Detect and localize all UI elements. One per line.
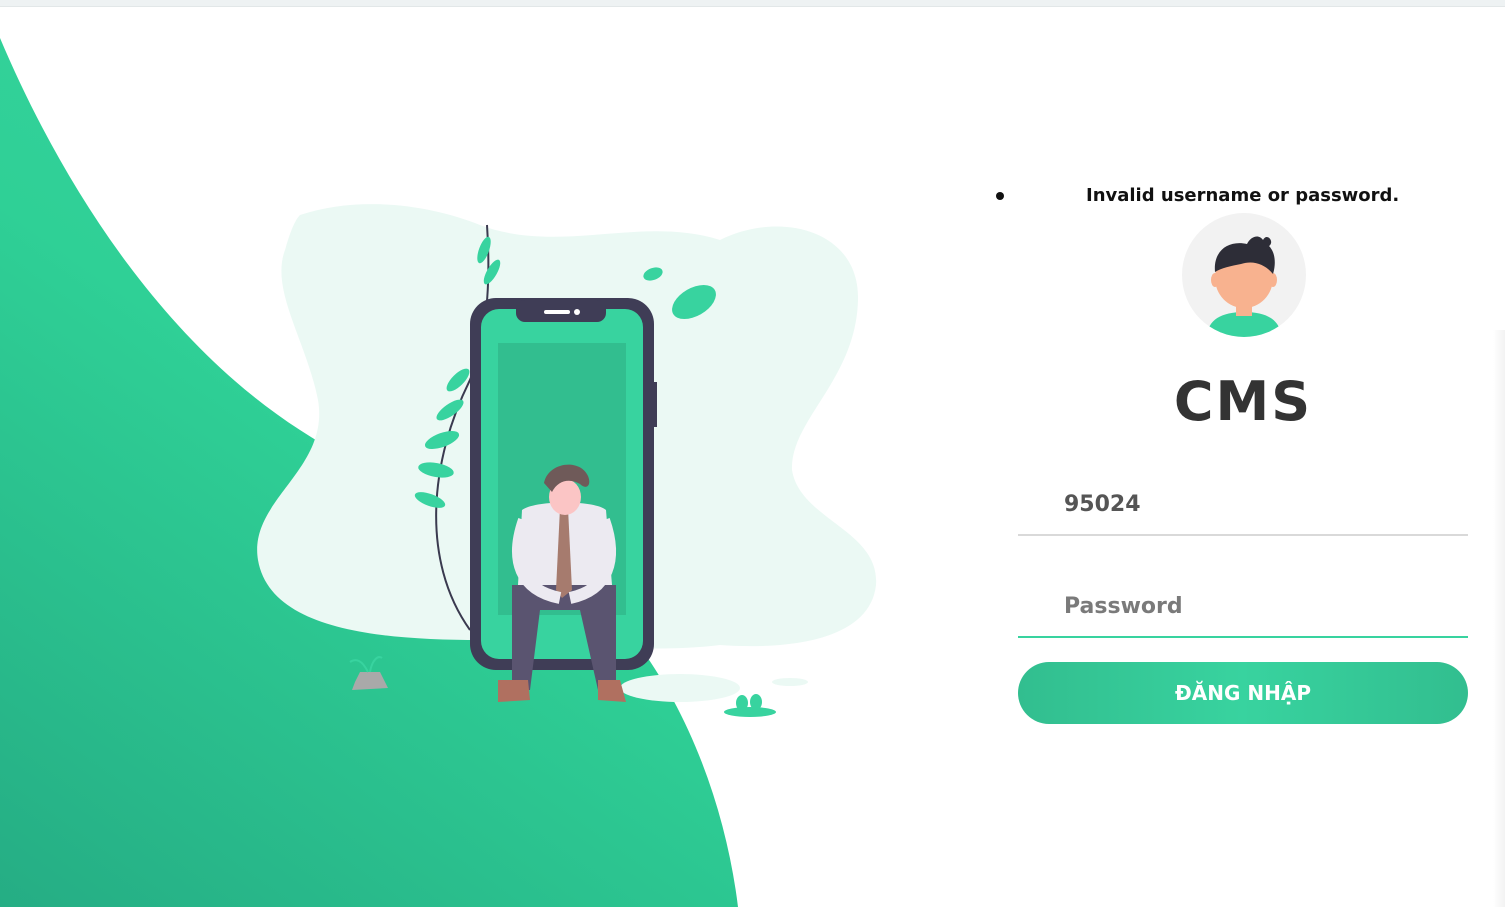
- password-input[interactable]: [1018, 576, 1468, 636]
- page-title: CMS: [1173, 370, 1313, 433]
- password-field: [1018, 576, 1468, 638]
- error-text: Invalid username or password.: [1086, 185, 1400, 206]
- username-field: [1018, 474, 1468, 536]
- login-button[interactable]: ĐĂNG NHẬP: [1018, 662, 1468, 724]
- person-sitting-on-phone-illustration: [257, 204, 877, 717]
- right-edge-shadow: [1493, 330, 1505, 907]
- error-message: Invalid username or password.: [996, 182, 1416, 210]
- login-page: Invalid username or password. CMS ĐĂNG N…: [0, 0, 1505, 907]
- error-messages: Invalid username or password.: [996, 182, 1416, 210]
- user-avatar-icon: [1182, 213, 1306, 337]
- bullet-icon: [996, 192, 1004, 200]
- username-input[interactable]: [1018, 474, 1468, 534]
